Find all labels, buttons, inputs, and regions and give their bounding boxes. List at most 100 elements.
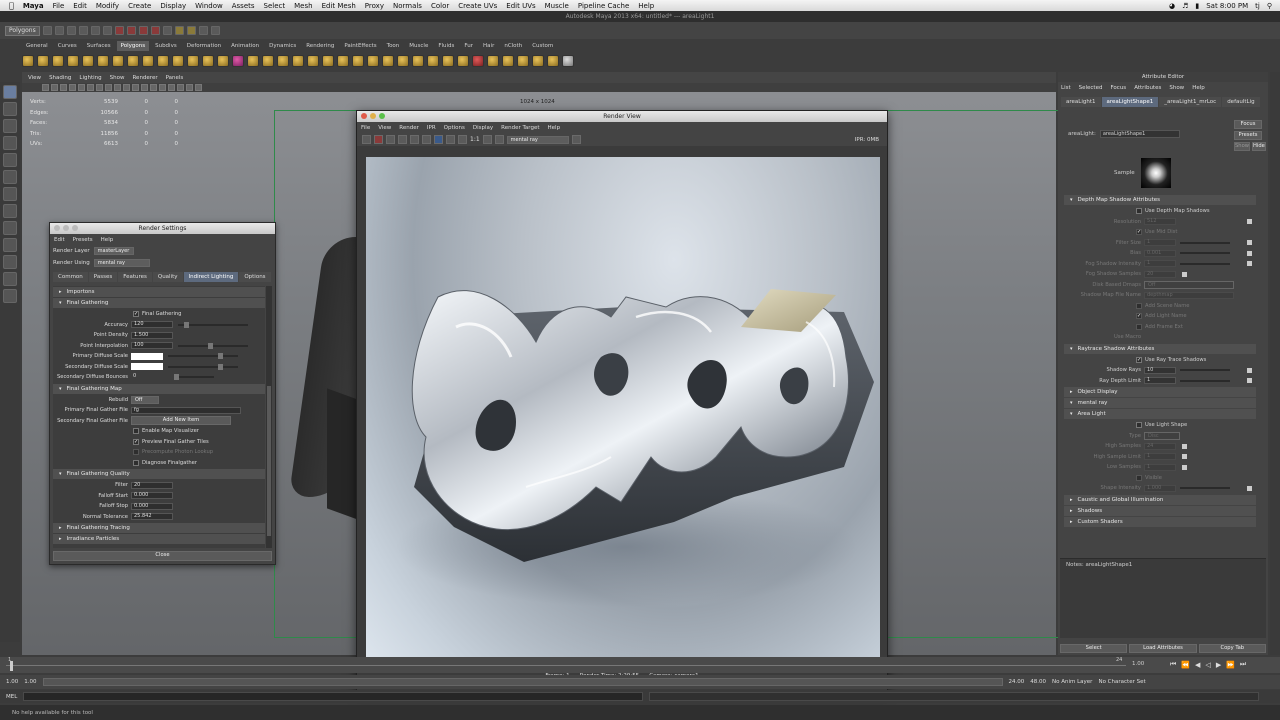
menu-create[interactable]: Create — [128, 2, 151, 10]
isolate-icon[interactable] — [186, 84, 193, 91]
rv-menu-help[interactable]: Help — [548, 125, 561, 131]
select-hierarchy-icon[interactable] — [78, 26, 88, 35]
vp-menu-renderer[interactable]: Renderer — [132, 75, 157, 81]
presets-button[interactable]: Presets — [1234, 131, 1262, 140]
merge-icon[interactable] — [442, 55, 454, 67]
menu-mesh[interactable]: Mesh — [294, 2, 312, 10]
battery-icon[interactable]: ▮ — [1195, 2, 1199, 10]
apple-icon[interactable]:  — [9, 1, 14, 10]
falloff-start-field[interactable]: 0.000 — [131, 492, 173, 500]
close-window-icon[interactable] — [54, 225, 60, 231]
bias-slider[interactable] — [1180, 252, 1230, 255]
ae-menu-attributes[interactable]: Attributes — [1134, 85, 1161, 91]
resolution-gate-icon[interactable] — [96, 84, 103, 91]
primary-scale-slider[interactable] — [168, 353, 238, 360]
open-scene-icon[interactable] — [54, 26, 64, 35]
outliner-layout-icon[interactable] — [3, 255, 17, 269]
shelf-tab-fluids[interactable]: Fluids — [434, 41, 458, 51]
add-new-item-button[interactable]: Add New Item — [131, 416, 231, 426]
render-view-titlebar[interactable]: Render View — [357, 111, 887, 122]
xray-icon[interactable] — [195, 84, 202, 91]
map-button-icon[interactable] — [1247, 367, 1252, 373]
bounces-slider[interactable] — [174, 374, 214, 381]
keep-image-icon[interactable] — [482, 135, 492, 144]
wire-on-shaded-icon[interactable] — [150, 84, 157, 91]
combine-icon[interactable] — [187, 55, 199, 67]
tab-options[interactable]: Options — [239, 271, 271, 282]
secondary-scale-slider[interactable] — [168, 363, 238, 370]
primary-scale-swatch[interactable] — [131, 352, 163, 360]
ray-depth-slider[interactable] — [1180, 379, 1230, 382]
flip-icon[interactable] — [472, 55, 484, 67]
tab-quality[interactable]: Quality — [152, 271, 183, 282]
channel-box-toggle-strip[interactable] — [1270, 72, 1280, 655]
minimize-window-icon[interactable] — [63, 225, 69, 231]
ipr-icon[interactable] — [422, 135, 431, 144]
split-icon[interactable] — [352, 55, 364, 67]
use-ray-trace-checkbox[interactable]: ✓ — [1136, 356, 1142, 363]
menu-display[interactable]: Display — [160, 2, 186, 10]
ae-menu-show[interactable]: Show — [1169, 85, 1184, 91]
boolean-icon[interactable] — [232, 55, 244, 67]
point-interpolation-slider[interactable] — [178, 342, 248, 349]
wifi-icon[interactable]: ◕ — [1169, 2, 1175, 10]
end-time-field[interactable]: 24.00 — [1009, 679, 1025, 685]
prev-key-icon[interactable]: ◀ — [1195, 661, 1200, 669]
volume-icon[interactable]: ♬ — [1182, 2, 1188, 10]
camera-icon[interactable] — [42, 84, 49, 91]
rs-menu-presets[interactable]: Presets — [73, 237, 93, 243]
shape-intensity-slider[interactable] — [1180, 487, 1230, 490]
shelf-tab-ncloth[interactable]: nCloth — [500, 41, 526, 51]
render-settings-titlebar[interactable]: Render Settings — [50, 223, 275, 234]
rs-menu-help[interactable]: Help — [101, 237, 114, 243]
smooth-shade-icon[interactable] — [141, 84, 148, 91]
insert-loop-icon[interactable] — [367, 55, 379, 67]
shelf-tab-curves[interactable]: Curves — [54, 41, 81, 51]
map-button-icon[interactable] — [1247, 485, 1252, 491]
low-samples-field[interactable]: 1 — [1144, 463, 1176, 471]
rv-menu-render[interactable]: Render — [399, 125, 419, 131]
visualizer-checkbox[interactable] — [133, 428, 139, 435]
map-button-icon[interactable] — [1182, 454, 1187, 460]
select-button[interactable]: Select — [1060, 643, 1128, 653]
fill-hole-icon[interactable] — [292, 55, 304, 67]
render-using-dropdown[interactable]: mental ray — [93, 259, 150, 267]
play-backward-icon[interactable]: ◁ — [1205, 661, 1210, 669]
alpha-channel-icon[interactable] — [446, 135, 455, 144]
lasso-tool-icon[interactable] — [3, 102, 17, 116]
reduce-icon[interactable] — [307, 55, 319, 67]
four-layout-icon[interactable] — [3, 238, 17, 252]
section-caustic-gi[interactable]: Caustic and Global Illumination — [1064, 494, 1256, 505]
map-button-icon[interactable] — [1182, 271, 1187, 277]
stop-render-icon[interactable] — [374, 135, 383, 144]
poly-pyramid-icon[interactable] — [127, 55, 139, 67]
menu-window[interactable]: Window — [195, 2, 223, 10]
use-light-shape-checkbox[interactable] — [1136, 422, 1142, 429]
shelf-tab-surfaces[interactable]: Surfaces — [83, 41, 115, 51]
textured-icon[interactable] — [159, 84, 166, 91]
snapshot-icon[interactable] — [398, 135, 407, 144]
menu-select[interactable]: Select — [264, 2, 286, 10]
tab-common[interactable]: Common — [53, 271, 88, 282]
remove-image-icon[interactable] — [494, 135, 504, 144]
search-icon[interactable]: ⚲ — [1267, 2, 1272, 10]
range-bar[interactable] — [42, 678, 1003, 686]
poly-soccer-icon[interactable] — [172, 55, 184, 67]
high-samples-field[interactable]: 24 — [1144, 442, 1176, 450]
preview-tiles-checkbox[interactable]: ✓ — [133, 438, 139, 445]
anim-end-field[interactable]: 48.00 — [1030, 679, 1046, 685]
real-size-button[interactable]: 1:1 — [470, 136, 480, 143]
copy-tab-button[interactable]: Copy Tab — [1198, 643, 1266, 653]
menu-muscle[interactable]: Muscle — [545, 2, 569, 10]
vp-menu-show[interactable]: Show — [110, 75, 125, 81]
ray-depth-field[interactable]: 1 — [1144, 377, 1176, 385]
normal-tolerance-field[interactable]: 25.842 — [131, 513, 173, 521]
uv-auto-icon[interactable] — [547, 55, 559, 67]
go-to-end-icon[interactable]: ⏭ — [1240, 660, 1246, 669]
shadows-icon[interactable] — [177, 84, 184, 91]
extract-icon[interactable] — [217, 55, 229, 67]
ae-menu-selected[interactable]: Selected — [1079, 85, 1103, 91]
hide-button[interactable]: Hide — [1252, 142, 1266, 151]
section-custom-shaders[interactable]: Custom Shaders — [1064, 516, 1256, 527]
average-icon[interactable] — [262, 55, 274, 67]
